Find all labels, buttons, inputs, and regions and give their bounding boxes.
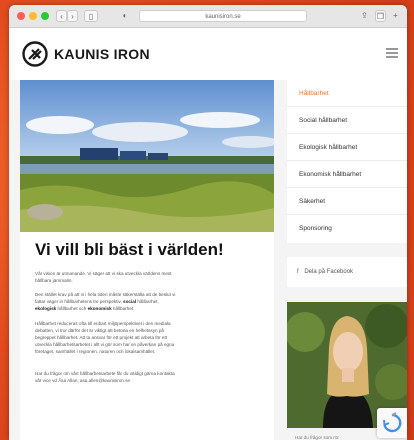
intro-paragraph: Vår vision är utmanande. Vi säger att vi… — [35, 270, 267, 284]
text-line: Hållbarhet reduceras ofta till enbart mi… — [35, 321, 171, 326]
text-segment: fattar väger in hållbarhetens tre perspe… — [35, 299, 124, 304]
text-line: utveckla hållbarhetsarbetet i allt vi gö… — [35, 342, 175, 347]
text-segment: hållbarhet och — [56, 306, 88, 311]
minimize-window-icon[interactable] — [29, 12, 37, 20]
address-bar[interactable]: kaunisiron.se — [139, 10, 307, 22]
text-line: debatten, vi tror därför det är viktigt … — [35, 328, 164, 333]
sidebar-item-sponsoring[interactable]: Sponsoring — [287, 215, 407, 242]
holistic-paragraph: Hållbarhet reduceras ofta till enbart mi… — [35, 320, 267, 355]
sidebar-item-social[interactable]: Social hållbarhet — [287, 107, 407, 134]
perspectives-paragraph: Den stället krav på att vi i hela tiden … — [35, 291, 267, 312]
contact-paragraph: Har du frågor om vårt hållbarhetsarbete … — [35, 370, 267, 384]
page-heading: Vi vill bli bäst i världen! — [35, 240, 224, 259]
bold-ekologisk: ekologisk — [35, 306, 57, 311]
logo-text[interactable]: KAUNIS IRON — [54, 42, 150, 66]
recaptcha-badge[interactable] — [377, 408, 407, 438]
text-line: Den stället krav på att vi i hela tiden … — [35, 292, 176, 297]
text-line: Vår vision är utmanande. Vi säger att vi… — [35, 271, 172, 276]
text-line: företaget, samhället i regionen, naturen… — [35, 349, 156, 354]
browser-window: ‹ › ▯ ◐ kaunisiron.se ⇪ ❐ + KAUNIS IRON — [9, 5, 407, 440]
forward-icon[interactable]: › — [67, 10, 78, 22]
text-line: begreppet hållbarhet. Att ta ansvar för … — [35, 335, 168, 340]
text-line: ekologisk hållbarhet och ekonomisk hållb… — [35, 305, 267, 312]
text-line: hållbara järnmalm. — [35, 278, 73, 283]
sidebar-item-ekonomisk[interactable]: Ekonomisk hållbarhet — [287, 161, 407, 188]
add-tab-icon[interactable]: + — [390, 10, 401, 22]
text-line: fattar väger in hållbarhetens tre perspe… — [35, 298, 267, 305]
close-window-icon[interactable] — [17, 12, 25, 20]
share-icon[interactable]: ⇪ — [359, 10, 370, 22]
site-header: KAUNIS IRON — [9, 28, 407, 80]
sidebar-icon[interactable]: ▯ — [84, 10, 98, 22]
kaunis-logo-icon[interactable] — [22, 41, 48, 67]
bold-social: social — [123, 299, 137, 304]
maximize-window-icon[interactable] — [41, 12, 49, 20]
bold-ekonomisk: ekonomisk — [87, 306, 112, 311]
facebook-share[interactable]: f Dela på Facebook — [287, 257, 407, 287]
main-content: Vi vill bli bäst i världen! Vår vision ä… — [20, 80, 274, 440]
photo-caption: Har du frågor som rör — [295, 435, 339, 440]
tabs-icon[interactable]: ❐ — [375, 10, 386, 22]
back-icon[interactable]: ‹ — [56, 10, 67, 22]
sidebar-nav: Hållbarhet Social hållbarhet Ekologisk h… — [287, 80, 407, 243]
text-line: Har du frågor om vårt hållbarhetsarbete … — [35, 371, 175, 376]
share-label: Dela på Facebook — [304, 269, 354, 275]
browser-toolbar: ‹ › ▯ ◐ kaunisiron.se ⇪ ❐ + — [9, 5, 407, 28]
facebook-icon: f — [297, 269, 299, 275]
shield-icon[interactable]: ◐ — [119, 10, 131, 22]
hero-image — [20, 80, 274, 232]
contact-email-link[interactable]: vår vice vd Åsa Allan, asa.allen@kaunisi… — [35, 377, 267, 384]
sidebar-item-ekologisk[interactable]: Ekologisk hållbarhet — [287, 134, 407, 161]
sidebar-item-hallbarhet[interactable]: Hållbarhet — [287, 80, 407, 107]
address-text: kaunisiron.se — [205, 14, 241, 20]
sidebar-item-sakerhet[interactable]: Säkerhet — [287, 188, 407, 215]
text-segment: hållbarhet, — [136, 299, 159, 304]
text-segment: hållbarhet. — [111, 306, 135, 311]
hamburger-menu-icon[interactable] — [386, 48, 398, 58]
recaptcha-icon — [383, 412, 402, 433]
